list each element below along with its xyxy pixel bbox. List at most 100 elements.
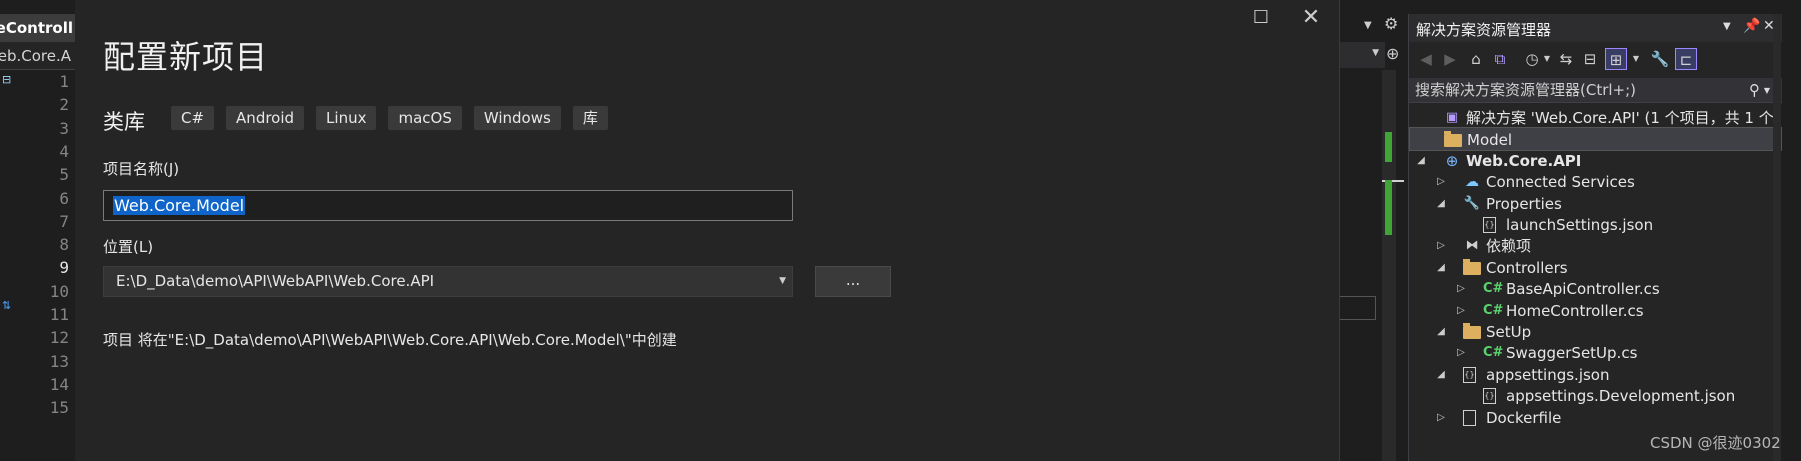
tree-item-label: 依赖项 [1486, 237, 1532, 256]
line-number: 13 [49, 351, 69, 371]
configure-project-dialog: ☐ ✕ 配置新项目 类库 C# Android Linux macOS Wind… [75, 0, 1340, 461]
editor-tab-active[interactable]: meControll [0, 14, 75, 42]
expand-arrow-icon[interactable]: ▷ [1435, 406, 1447, 430]
sync-icon[interactable]: ⇆ [1555, 48, 1577, 70]
overflow-dropdown-icon[interactable]: ▼ [1364, 20, 1372, 31]
background-editor-strip: ▼ ⚙ ▼ ⊕ [1340, 0, 1408, 461]
collapse-icon[interactable]: ⊟ [2, 74, 16, 86]
preview-icon[interactable]: ⊏ [1675, 48, 1697, 70]
browse-button[interactable]: ... [815, 266, 891, 297]
chevron-down-icon[interactable]: ▼ [1631, 48, 1641, 70]
collapse-arrow-icon[interactable]: ◢ [1435, 320, 1447, 344]
gear-icon[interactable]: ⚙ [1384, 14, 1398, 33]
search-icon[interactable]: ⚲ [1749, 78, 1760, 103]
collapse-arrow-icon[interactable]: ◢ [1415, 149, 1427, 173]
solution-explorer-scrollbar[interactable] [1773, 14, 1781, 461]
tree-item-label: 解决方案 'Web.Core.API' (1 个项目，共 1 个) [1466, 109, 1780, 127]
project-name-label: 项目名称(J) [103, 160, 180, 178]
line-number: 4 [59, 141, 69, 161]
show-all-files-icon[interactable]: ⊞ [1605, 48, 1627, 70]
pending-changes-icon[interactable]: ◷ [1521, 48, 1543, 70]
json-file-icon: {} [1483, 217, 1496, 233]
navigation-bar[interactable]: ▼ [1340, 42, 1385, 68]
tag-csharp: C# [171, 106, 215, 130]
expand-arrow-icon[interactable]: ▷ [1455, 299, 1467, 323]
tree-item-label: Properties [1486, 194, 1562, 213]
collapse-arrow-icon[interactable]: ◢ [1435, 256, 1447, 280]
tree-item[interactable]: ◢ SetUp [1409, 320, 1782, 344]
tree-item-label: Connected Services [1486, 173, 1635, 192]
csharp-file-icon: C# [1483, 302, 1504, 318]
switch-views-icon[interactable]: ⧉ [1489, 48, 1511, 70]
editor-scrollbar[interactable] [1382, 70, 1404, 461]
tree-item[interactable]: {} appsettings.Development.json [1409, 384, 1782, 408]
code-editor: meControll Web.Core.A ⊟ ⇅ 12345678910111… [0, 0, 75, 461]
tree-item[interactable]: ▷ C# SwaggerSetUp.cs [1409, 341, 1782, 365]
tree-item[interactable]: ▷ C# HomeController.cs [1409, 299, 1782, 323]
tree-item-label: launchSettings.json [1506, 216, 1654, 234]
line-number: 2 [59, 95, 69, 115]
background-field [1340, 296, 1376, 320]
tree-item[interactable]: ◢ {} appsettings.json [1409, 363, 1782, 387]
collapse-all-icon[interactable]: ⊟ [1579, 48, 1601, 70]
tree-item[interactable]: ◢ ⊕ Web.Core.API [1409, 149, 1782, 173]
collapse-arrow-icon[interactable]: ◢ [1435, 192, 1447, 216]
maximize-button[interactable]: ☐ [1243, 4, 1279, 32]
tree-item[interactable]: ▷ C# BaseApiController.cs [1409, 277, 1782, 301]
tree-item-label: appsettings.Development.json [1506, 387, 1736, 406]
project-name-value: Web.Core.Model [113, 196, 246, 215]
change-marker [1385, 132, 1392, 162]
folder-icon [1463, 323, 1481, 339]
tree-item[interactable]: ▷ ⧓ 依赖项 [1409, 234, 1782, 258]
solution-icon: ▣ [1445, 110, 1459, 125]
tree-item[interactable]: ▷ ☁ Connected Services [1409, 170, 1782, 194]
line-number: 11 [49, 305, 69, 324]
solution-explorer-title: 解决方案资源管理器 [1416, 21, 1552, 39]
location-select[interactable]: E:\D_Data\demo\API\WebAPI\Web.Core.API ▼ [103, 266, 793, 297]
project-path-summary: 项目 将在"E:\D_Data\demo\API\WebAPI\Web.Core… [103, 331, 677, 349]
window-menu-icon[interactable]: ▼ [1723, 21, 1731, 32]
expand-arrow-icon[interactable]: ▷ [1455, 277, 1467, 301]
tree-item[interactable]: ▣ 解决方案 'Web.Core.API' (1 个项目，共 1 个) [1409, 106, 1782, 130]
forward-icon[interactable]: ▶ [1439, 48, 1461, 70]
tree-item-label: BaseApiController.cs [1506, 280, 1660, 299]
tree-item[interactable]: ◢ 🔧 Properties [1409, 192, 1782, 216]
split-editor-icon[interactable]: ⊕ [1386, 44, 1399, 63]
editor-file-dropdown[interactable]: Web.Core.A [0, 42, 75, 70]
location-label: 位置(L) [103, 238, 154, 256]
close-button[interactable]: ✕ [1293, 4, 1329, 32]
chevron-down-icon[interactable]: ▼ [1764, 78, 1770, 103]
csharp-file-icon: C# [1483, 345, 1504, 361]
pin-icon[interactable]: 📌 [1743, 18, 1760, 34]
file-icon [1463, 409, 1476, 426]
tree-item[interactable]: ◢ Controllers [1409, 256, 1782, 280]
close-icon: ✕ [1301, 5, 1321, 30]
expand-arrow-icon[interactable]: ▷ [1435, 170, 1447, 194]
tag-linux: Linux [316, 106, 377, 130]
back-icon[interactable]: ◀ [1415, 48, 1437, 70]
chevron-down-icon[interactable]: ▼ [1542, 48, 1552, 70]
tag-macos: macOS [388, 106, 462, 130]
expand-arrow-icon[interactable]: ▷ [1435, 234, 1447, 258]
home-icon[interactable]: ⌂ [1465, 48, 1487, 70]
line-number: 9 [59, 258, 69, 278]
tree-item[interactable]: {} launchSettings.json [1409, 213, 1782, 237]
tree-item[interactable]: Model [1409, 127, 1782, 152]
tree-item-label: HomeController.cs [1506, 301, 1644, 320]
wrench-icon: 🔧 [1463, 195, 1481, 211]
wrench-icon[interactable]: 🔧 [1649, 48, 1671, 70]
folder-icon [1444, 131, 1462, 148]
expand-arrow-icon[interactable]: ▷ [1455, 341, 1467, 365]
tag-library: 库 [572, 106, 608, 130]
solution-explorer-search-input[interactable]: 搜索解决方案资源管理器(Ctrl+;) ⚲ ▼ [1409, 78, 1782, 103]
line-number: 8 [59, 235, 69, 255]
tree-item-label: SetUp [1486, 323, 1532, 341]
tag-windows: Windows [473, 106, 561, 130]
dropdown-arrow-icon: ▼ [779, 276, 786, 286]
project-name-input[interactable]: Web.Core.Model [103, 190, 793, 221]
line-number: 1 [59, 72, 69, 91]
collapse-arrow-icon[interactable]: ◢ [1435, 363, 1447, 387]
chevron-down-icon: ▼ [1372, 48, 1379, 58]
location-value: E:\D_Data\demo\API\WebAPI\Web.Core.API [116, 272, 435, 290]
tree-item[interactable]: ▷ Dockerfile [1409, 406, 1782, 430]
